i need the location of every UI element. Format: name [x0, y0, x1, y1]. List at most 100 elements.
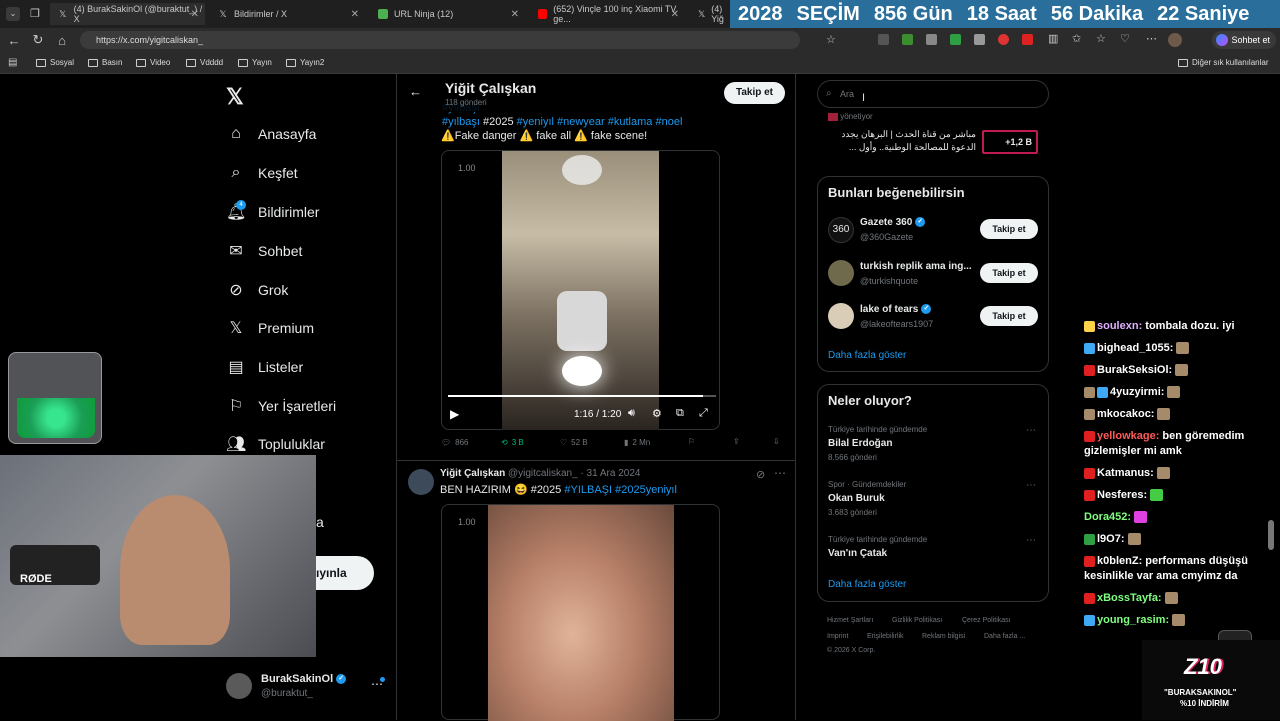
- close-icon[interactable]: ✕: [671, 9, 679, 20]
- nav-item-lists[interactable]: ▤ Listeler: [226, 354, 303, 380]
- back-icon[interactable]: ←: [2, 33, 26, 48]
- hashtag[interactable]: #2025yeniyıl: [615, 484, 677, 496]
- favorite-star-icon[interactable]: ☆: [826, 33, 836, 46]
- footer-link[interactable]: Reklam bilgisi: [922, 633, 965, 640]
- suggestion-name[interactable]: lake of tears ✓: [860, 304, 932, 315]
- close-icon[interactable]: ✕: [191, 9, 199, 20]
- extension-icon[interactable]: [974, 34, 985, 45]
- footer-link[interactable]: Çerez Politikası: [962, 617, 1011, 624]
- copilot-chat-button[interactable]: Sohbet et: [1212, 31, 1276, 49]
- nav-item-messages[interactable]: ✉ Sohbet: [226, 238, 302, 264]
- footer-link[interactable]: Gizlilik Politikası: [892, 617, 942, 624]
- trend-name[interactable]: Bilal Erdoğan: [828, 438, 892, 449]
- more-icon[interactable]: ⋯: [774, 466, 786, 480]
- nav-item-premium[interactable]: 𝕏 Premium: [226, 315, 314, 341]
- avatar[interactable]: [828, 260, 854, 286]
- tab-2[interactable]: URL Ninja (12) ✕: [370, 3, 525, 25]
- follow-button[interactable]: Takip et: [980, 219, 1038, 239]
- search-input[interactable]: ⌕ Ara: [817, 80, 1049, 108]
- more-icon[interactable]: ⋯: [1146, 32, 1157, 45]
- extension-icon[interactable]: [998, 34, 1009, 45]
- bookmark-folder[interactable]: Sosyal: [36, 58, 74, 67]
- trend-name[interactable]: Okan Buruk: [828, 493, 885, 504]
- workspaces-icon[interactable]: ❐: [30, 7, 44, 21]
- extension-icon[interactable]: [1022, 34, 1033, 45]
- back-arrow-icon[interactable]: ←: [409, 84, 422, 99]
- nav-item-communities[interactable]: 👥︎ Topluluklar: [226, 431, 325, 457]
- bookmark-folder[interactable]: Video: [136, 58, 170, 67]
- pip-icon[interactable]: ⧉: [676, 407, 684, 420]
- footer-link[interactable]: Imprint: [827, 633, 848, 640]
- avatar[interactable]: [828, 303, 854, 329]
- heart-icon[interactable]: ♡: [1120, 32, 1130, 45]
- bookmark-icon[interactable]: ⚐: [688, 437, 695, 446]
- suggestion-name[interactable]: turkish replik ama ing...: [860, 261, 972, 272]
- url-field[interactable]: https://x.com/yigitcaliskan_: [80, 31, 800, 49]
- follow-button[interactable]: Takip et: [724, 82, 785, 104]
- favorites-icon[interactable]: ✩: [1072, 32, 1081, 45]
- grok-icon[interactable]: ⊘: [756, 468, 765, 481]
- more-icon[interactable]: ⋯: [1026, 425, 1036, 436]
- author-name[interactable]: Yiğit Çalışkan: [440, 468, 505, 479]
- share-icon[interactable]: ⇪: [733, 437, 740, 446]
- more-icon[interactable]: ⋯: [1026, 480, 1036, 491]
- bookmark-folder[interactable]: Yayın: [238, 58, 272, 67]
- tweet-date[interactable]: 31 Ara 2024: [587, 468, 641, 479]
- split-screen-icon[interactable]: ▥: [1048, 32, 1058, 45]
- extension-icon[interactable]: [878, 34, 889, 45]
- live-title[interactable]: مباشر من قناة الحدث | البرهان يجدد الدعو…: [826, 128, 976, 154]
- nav-item-explore[interactable]: ⌕ Keşfet: [226, 160, 298, 186]
- hashtag[interactable]: #YILBAŞI: [564, 484, 612, 496]
- download-icon[interactable]: ⇩: [773, 437, 780, 446]
- live-listeners-badge[interactable]: +1,2 B: [982, 130, 1038, 154]
- chat-scrollbar[interactable]: [1268, 520, 1274, 550]
- play-icon[interactable]: ▶: [450, 407, 459, 421]
- follow-button[interactable]: Takip et: [980, 306, 1038, 326]
- bookmark-folder[interactable]: Vdddd: [186, 58, 223, 67]
- video-progress-track[interactable]: [448, 395, 716, 397]
- repost-stat[interactable]: ⟲ 3 B: [501, 438, 524, 447]
- tweet-video-2[interactable]: 1.00: [441, 504, 720, 721]
- reply-stat[interactable]: 💬︎ 866: [441, 438, 469, 447]
- close-icon[interactable]: ✕: [351, 9, 359, 20]
- nav-item-bookmarks[interactable]: ⚐ Yer İşaretleri: [226, 393, 336, 419]
- avatar[interactable]: 360: [828, 217, 854, 243]
- show-more-link[interactable]: Daha fazla göster: [828, 579, 906, 590]
- nav-item-more-partial[interactable]: a: [316, 514, 324, 530]
- fullscreen-icon[interactable]: ⤢: [699, 407, 708, 420]
- account-switcher[interactable]: BurakSakinOl ✓ @buraktut_ ⋯: [226, 671, 386, 701]
- footer-link[interactable]: Hizmet Şartları: [827, 617, 873, 624]
- footer-link[interactable]: Erişilebilirlik: [867, 633, 904, 640]
- hashtag[interactable]: #kutlama: [608, 116, 653, 128]
- hashtag[interactable]: #newyear: [557, 116, 605, 128]
- more-icon[interactable]: ⋯: [1026, 535, 1036, 546]
- tab-1[interactable]: 𝕏 Bildirimler / X ✕: [210, 3, 365, 25]
- extension-icon[interactable]: [926, 34, 937, 45]
- trend-name[interactable]: Van'ın Çatak: [828, 548, 887, 559]
- other-bookmarks[interactable]: Diğer sık kullanılanlar: [1178, 58, 1268, 67]
- tab-4[interactable]: 𝕏 (4) Yiğ: [690, 3, 730, 25]
- refresh-icon[interactable]: ↻: [26, 32, 50, 48]
- nav-item-home[interactable]: ⌂ Anasayfa: [226, 121, 316, 147]
- bookmark-folder[interactable]: Basın: [88, 58, 122, 67]
- tweet-video-1[interactable]: 1.00 ▶ 1:16 / 1:20 🔊︎ ⚙ ⧉ ⤢: [441, 150, 720, 430]
- browser-profile-avatar[interactable]: [1168, 33, 1182, 47]
- hashtag[interactable]: #noel: [655, 116, 682, 128]
- views-stat[interactable]: ▮ 2 Mn: [624, 438, 650, 447]
- nav-item-grok[interactable]: ⊘ Grok: [226, 277, 288, 303]
- follow-button[interactable]: Takip et: [980, 263, 1038, 283]
- bookmark-folder[interactable]: Yayın2: [286, 58, 324, 67]
- tab-0[interactable]: 𝕏 (4) BurakSakinOl (@buraktut_) / X ✕: [50, 3, 205, 25]
- avatar[interactable]: [408, 469, 434, 495]
- tab-actions-icon[interactable]: ⌄: [6, 7, 20, 21]
- footer-link[interactable]: Daha fazla ...: [984, 633, 1025, 640]
- hashtag[interactable]: #yılbaşı: [442, 116, 480, 128]
- reading-list-icon[interactable]: ▤: [8, 57, 17, 68]
- suggestion-name[interactable]: Gazete 360 ✓: [860, 217, 926, 228]
- like-stat[interactable]: ♡ 52 B: [560, 438, 588, 447]
- collections-icon[interactable]: ☆: [1096, 32, 1106, 45]
- extension-icon[interactable]: [950, 34, 961, 45]
- settings-gear-icon[interactable]: ⚙: [652, 407, 662, 420]
- extension-icon[interactable]: [902, 34, 913, 45]
- home-icon[interactable]: ⌂: [50, 33, 74, 48]
